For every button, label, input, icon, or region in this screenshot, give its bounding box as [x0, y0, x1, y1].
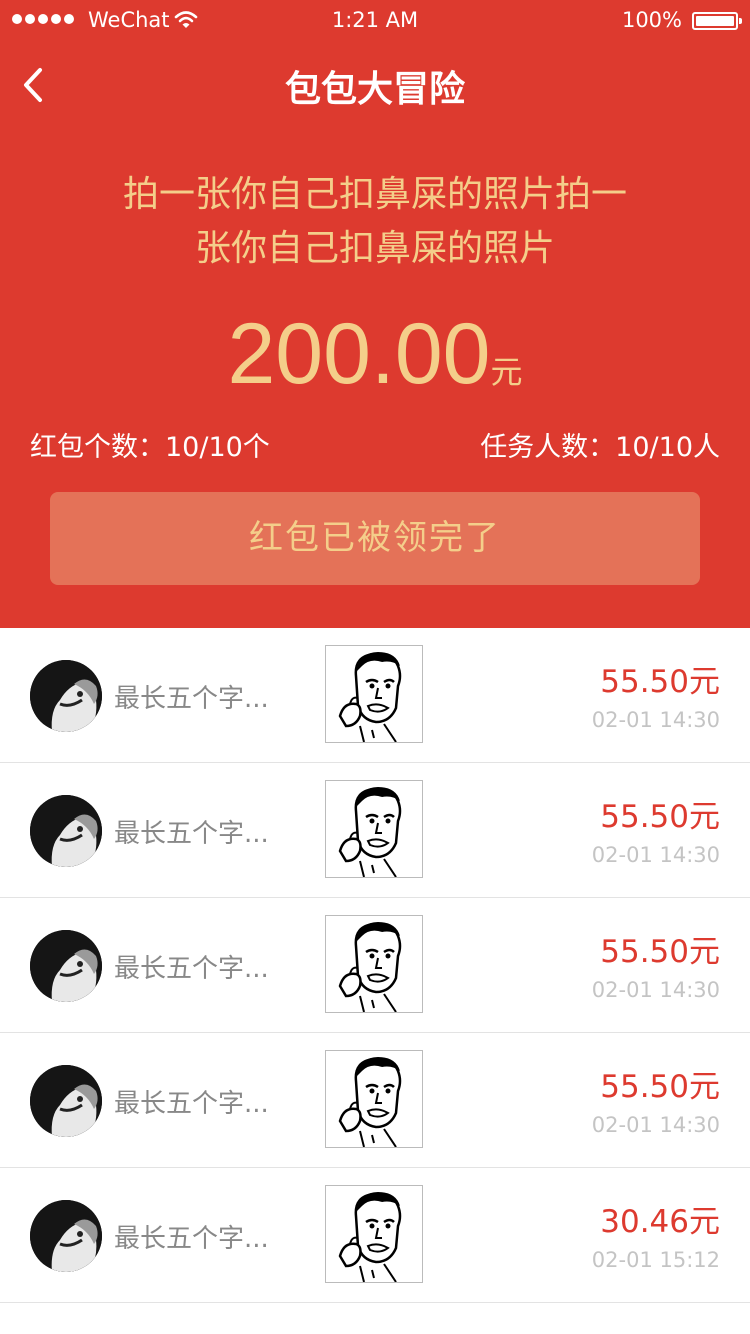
task-photo[interactable]: [325, 780, 423, 878]
avatar: [30, 930, 102, 1002]
task-photo[interactable]: [325, 1050, 423, 1148]
received-time: 02-01 14:30: [591, 1113, 720, 1137]
received-time: 02-01 14:30: [591, 708, 720, 732]
claim-button[interactable]: 红包已被领完了: [50, 492, 700, 585]
battery-icon: [692, 12, 742, 30]
avatar: [30, 795, 102, 867]
user-name: 最长五个字...: [114, 1089, 269, 1119]
status-bar: WeChat 1:21 AM 100%: [0, 0, 750, 40]
list-item[interactable]: 最长五个字... 55.50元 02-01 14:30: [0, 898, 750, 1033]
user-name: 最长五个字...: [114, 819, 269, 849]
amount-received: 55.50元: [600, 934, 720, 970]
user-name: 最长五个字...: [114, 954, 269, 984]
user-name: 最长五个字...: [114, 1224, 269, 1254]
list-item[interactable]: 最长五个字... 30.46元 02-01 15:12: [0, 1168, 750, 1303]
packet-count: 红包个数：10/10个: [30, 432, 270, 463]
received-time: 02-01 14:30: [591, 843, 720, 867]
amount-received: 30.46元: [600, 1204, 720, 1240]
list-item[interactable]: 最长五个字... 55.50元 02-01 14:30: [0, 1033, 750, 1168]
received-time: 02-01 14:30: [591, 978, 720, 1002]
avatar: [30, 1200, 102, 1272]
battery-percent: 100%: [621, 8, 682, 32]
avatar: [30, 660, 102, 732]
battery-fill: [696, 16, 734, 26]
task-line-1: 拍一张你自己扣鼻屎的照片拍一: [122, 174, 627, 215]
record-list: 最长五个字... 55.50元 02-01 14:30 最长五个字... 55.…: [0, 628, 750, 1303]
total-amount: 200.00元: [0, 305, 750, 404]
task-description: 拍一张你自己扣鼻屎的照片拍一 张你自己扣鼻屎的照片: [85, 168, 665, 276]
task-line-2: 张你自己扣鼻屎的照片: [194, 228, 555, 269]
amount-received: 55.50元: [600, 664, 720, 700]
task-photo[interactable]: [325, 915, 423, 1013]
user-name: 最长五个字...: [114, 684, 269, 714]
page-title: 包包大冒险: [284, 69, 465, 110]
amount-received: 55.50元: [600, 799, 720, 835]
amount-unit: 元: [490, 353, 523, 391]
header: WeChat 1:21 AM 100% 包包大冒险 拍一张你自己扣鼻屎的照片拍一…: [0, 0, 750, 628]
list-item[interactable]: 最长五个字... 55.50元 02-01 14:30: [0, 763, 750, 898]
task-photo[interactable]: [325, 1185, 423, 1283]
amount-value: 200.00: [227, 306, 491, 402]
list-item[interactable]: 最长五个字... 55.50元 02-01 14:30: [0, 628, 750, 763]
amount-received: 55.50元: [600, 1069, 720, 1105]
received-time: 02-01 15:12: [591, 1248, 720, 1272]
task-photo[interactable]: [325, 645, 423, 743]
avatar: [30, 1065, 102, 1137]
people-count: 任务人数：10/10人: [480, 432, 720, 463]
